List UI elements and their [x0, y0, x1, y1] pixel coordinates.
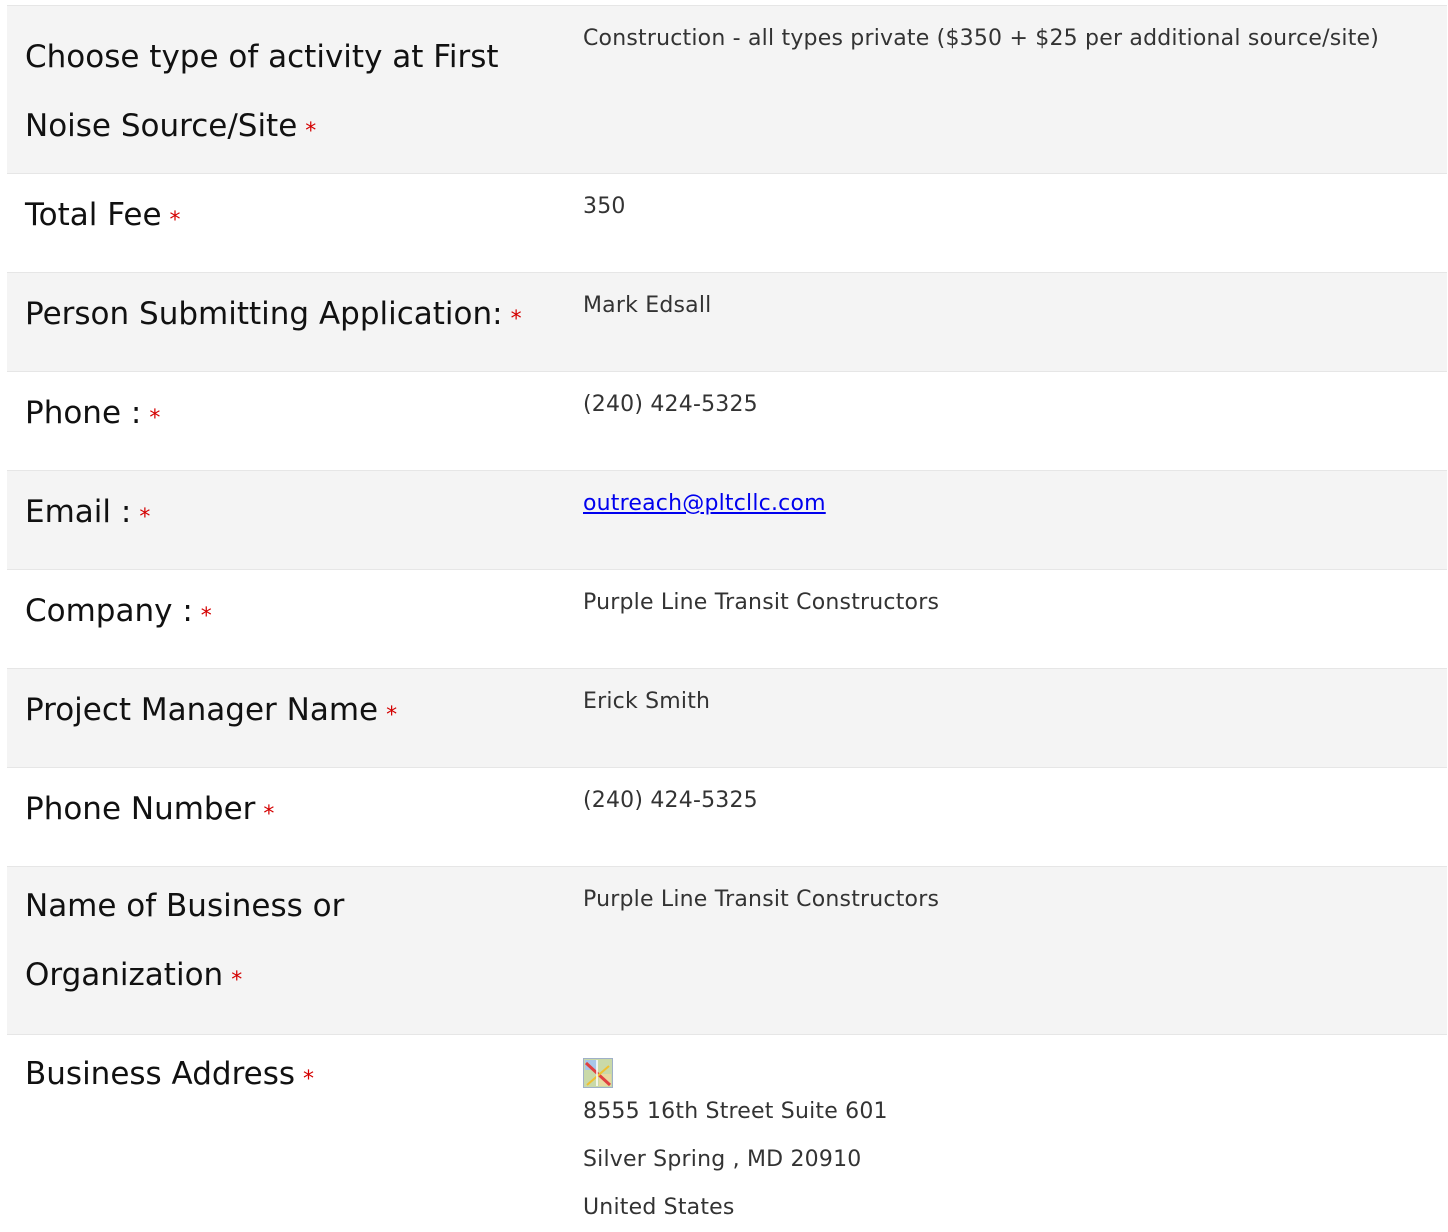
label-line: Name of Business or [25, 888, 345, 924]
row-phone: Phone : * (240) 424-5325 [7, 372, 1447, 471]
field-label: Total Fee * [7, 174, 565, 272]
required-marker: * [149, 406, 161, 431]
row-project-manager: Project Manager Name * Erick Smith [7, 669, 1447, 768]
label-line: Choose type of activity at First [25, 39, 499, 75]
address-city-state-zip: Silver Spring , MD 20910 [583, 1147, 862, 1172]
field-value: Purple Line Transit Constructors [583, 887, 940, 912]
label-text: Project Manager Name [25, 692, 379, 728]
required-marker: * [386, 703, 398, 728]
required-marker: * [305, 119, 317, 144]
address-street: 8555 16th Street Suite 601 [583, 1099, 888, 1124]
label-text: Business Address [25, 1056, 296, 1092]
row-email: Email : * outreach@pltcllc.com [7, 471, 1447, 570]
map-icon[interactable] [582, 1057, 614, 1089]
field-label: Email : * [7, 471, 565, 569]
field-value: outreach@pltcllc.com [565, 471, 1447, 569]
field-value: Erick Smith [583, 689, 711, 714]
row-activity-type: Choose type of activity at First Noise S… [7, 6, 1447, 174]
label-text: Email : [25, 494, 132, 530]
required-marker: * [231, 968, 243, 993]
field-value: (240) 424-5325 [583, 392, 758, 417]
field-value: 350 [583, 194, 626, 219]
label-line: Organization * [25, 941, 565, 1013]
label-line: Noise Source/Site * [25, 92, 565, 164]
label-text: Noise Source/Site [25, 108, 298, 144]
email-link[interactable]: outreach@pltcllc.com [583, 491, 826, 516]
application-summary-table: Choose type of activity at First Noise S… [7, 5, 1447, 1225]
label-text: Company : [25, 593, 193, 629]
field-value: (240) 424-5325 [583, 788, 758, 813]
required-marker: * [139, 505, 151, 530]
field-label: Person Submitting Application: * [7, 273, 565, 371]
row-business-address: Business Address * 8555 16th Street Suite… [7, 1035, 1447, 1225]
required-marker: * [510, 307, 522, 332]
field-value: 8555 16th Street Suite 601 Silver Spring… [565, 1035, 1447, 1225]
label-text: Phone : [25, 395, 142, 431]
field-label: Name of Business or Organization * [7, 867, 565, 1034]
field-label: Company : * [7, 570, 565, 668]
label-text: Phone Number [25, 791, 256, 827]
row-phone-number: Phone Number * (240) 424-5325 [7, 768, 1447, 867]
field-label: Phone : * [7, 372, 565, 470]
row-business-name: Name of Business or Organization * Purple… [7, 867, 1447, 1035]
field-value: Mark Edsall [583, 293, 712, 318]
field-label: Choose type of activity at First Noise S… [7, 6, 565, 173]
row-person-submitting: Person Submitting Application: * Mark Eds… [7, 273, 1447, 372]
address-block: 8555 16th Street Suite 601 Silver Spring… [583, 1088, 1447, 1232]
field-label: Phone Number * [7, 768, 565, 866]
required-marker: * [303, 1067, 315, 1092]
required-marker: * [263, 802, 275, 827]
field-value: Construction - all types private ($350 +… [583, 26, 1380, 51]
row-company: Company : * Purple Line Transit Construct… [7, 570, 1447, 669]
label-text: Organization [25, 957, 224, 993]
label-text: Person Submitting Application: [25, 296, 503, 332]
field-label: Project Manager Name * [7, 669, 565, 767]
required-marker: * [200, 604, 212, 629]
row-total-fee: Total Fee * 350 [7, 174, 1447, 273]
required-marker: * [169, 208, 181, 233]
field-label: Business Address * [7, 1035, 565, 1225]
address-country: United States [583, 1195, 735, 1220]
label-text: Total Fee [25, 197, 162, 233]
field-value: Purple Line Transit Constructors [583, 590, 940, 615]
